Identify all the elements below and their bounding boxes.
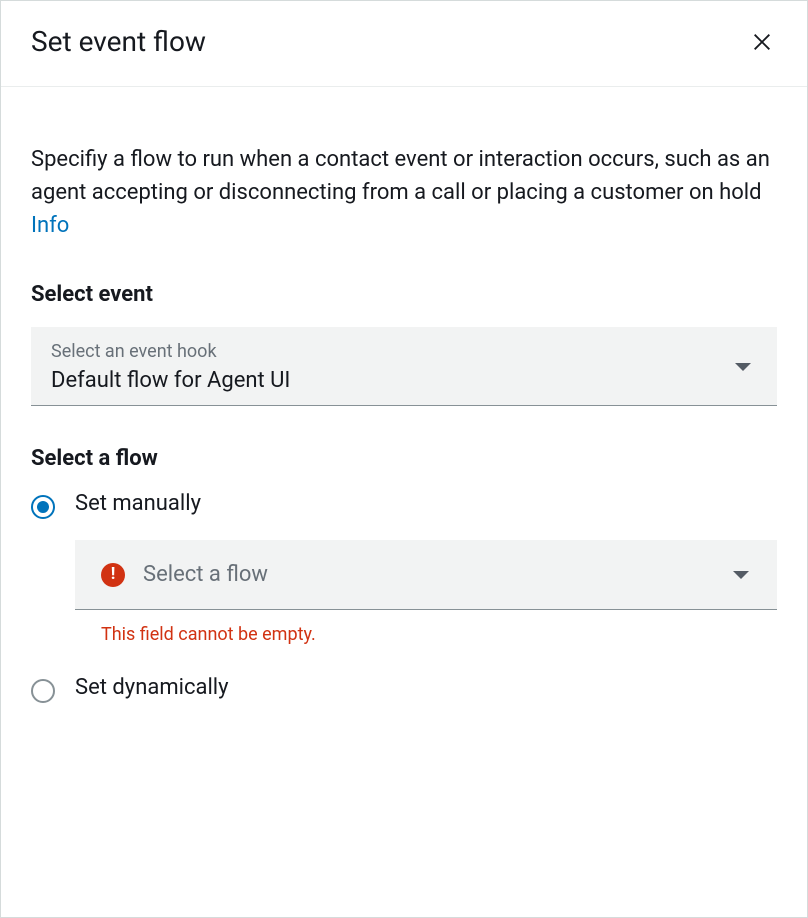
radio-manual-label[interactable]: Set manually [75,491,777,516]
panel-description: Specifiy a flow to run when a contact ev… [31,143,777,242]
chevron-down-icon [735,363,751,371]
panel-title: Set event flow [31,25,206,58]
event-hook-select[interactable]: Select an event hook Default flow for Ag… [31,327,777,406]
error-icon: ! [101,563,125,587]
panel-header: Set event flow [1,1,807,87]
event-hook-select-inner: Select an event hook Default flow for Ag… [51,341,290,393]
panel-content: Specifiy a flow to run when a contact ev… [1,87,807,757]
event-hook-field-label: Select an event hook [51,341,290,362]
radio-dot-icon [37,501,49,513]
radio-dynamic-label[interactable]: Set dynamically [75,675,777,700]
close-icon [751,31,773,53]
radio-manual[interactable] [31,495,55,519]
select-flow-label: Select a flow [31,446,777,471]
flow-radio-group: Set manually ! Select a flow This field … [31,491,777,703]
radio-dynamic-body: Set dynamically [75,675,777,700]
radio-manual-body: Set manually ! Select a flow This field … [75,491,777,645]
description-text: Specifiy a flow to run when a contact ev… [31,147,770,205]
flow-select[interactable]: ! Select a flow [75,540,777,610]
radio-dynamic[interactable] [31,679,55,703]
flow-select-placeholder: Select a flow [143,562,268,587]
event-hook-value: Default flow for Agent UI [51,368,290,393]
select-event-label: Select event [31,282,777,307]
radio-option-dynamic: Set dynamically [31,675,777,703]
info-link[interactable]: Info [31,213,69,238]
set-event-flow-panel: Set event flow Specifiy a flow to run wh… [0,0,808,918]
flow-select-left: ! Select a flow [101,562,268,587]
radio-option-manual: Set manually ! Select a flow This field … [31,491,777,645]
flow-select-error: This field cannot be empty. [101,624,777,645]
chevron-down-icon [733,571,749,579]
close-button[interactable] [747,27,777,57]
